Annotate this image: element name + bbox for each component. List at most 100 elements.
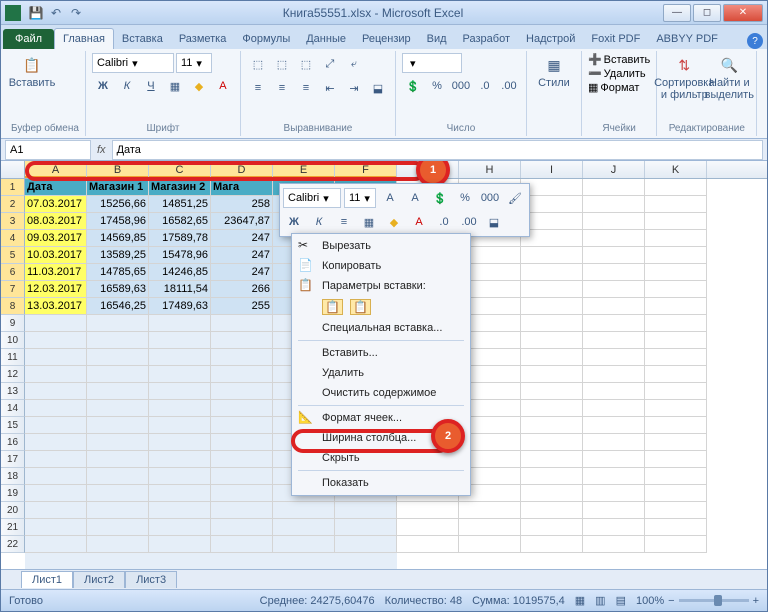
mini-increase-font-icon[interactable]: A [379, 187, 401, 209]
row-header-13[interactable]: 13 [1, 383, 25, 400]
cell[interactable]: Мага [211, 179, 273, 196]
tab-abbyy[interactable]: ABBYY PDF [648, 29, 726, 49]
cell[interactable] [645, 196, 707, 213]
cell[interactable] [149, 485, 211, 502]
mini-currency-icon[interactable]: 💲 [429, 187, 451, 209]
align-top-icon[interactable]: ⬚ [247, 53, 269, 75]
cell[interactable]: 08.03.2017 [25, 213, 87, 230]
cell[interactable] [25, 451, 87, 468]
cell[interactable] [645, 417, 707, 434]
cell[interactable] [211, 502, 273, 519]
ctx-copy[interactable]: 📄Копировать [294, 256, 468, 276]
tab-data[interactable]: Данные [298, 29, 354, 49]
cell[interactable] [25, 536, 87, 553]
col-header-J[interactable]: J [583, 161, 645, 178]
cell[interactable] [521, 247, 583, 264]
view-break-icon[interactable]: ▤ [616, 594, 626, 607]
cell[interactable] [583, 468, 645, 485]
cell[interactable] [521, 485, 583, 502]
cell[interactable] [25, 349, 87, 366]
row-header-19[interactable]: 19 [1, 485, 25, 502]
cell[interactable] [583, 417, 645, 434]
row-header-20[interactable]: 20 [1, 502, 25, 519]
tab-formulas[interactable]: Формулы [234, 29, 298, 49]
cell[interactable] [87, 485, 149, 502]
align-right-icon[interactable]: ≡ [295, 77, 317, 99]
cell[interactable] [521, 400, 583, 417]
mini-comma-icon[interactable]: 000 [479, 187, 501, 209]
cell[interactable] [335, 519, 397, 536]
ctx-unhide[interactable]: Показать [294, 473, 468, 493]
cell[interactable] [645, 298, 707, 315]
mini-decimal-inc-icon[interactable]: .0 [433, 211, 455, 233]
zoom-in-icon[interactable]: + [753, 595, 759, 607]
cell[interactable] [25, 315, 87, 332]
mini-font-color-icon[interactable]: A [408, 211, 430, 233]
cell[interactable] [521, 502, 583, 519]
cell[interactable] [25, 468, 87, 485]
formula-input[interactable]: Дата [112, 140, 763, 160]
cell[interactable] [583, 434, 645, 451]
cell[interactable] [583, 281, 645, 298]
row-header-7[interactable]: 7 [1, 281, 25, 298]
cell[interactable]: 16589,63 [87, 281, 149, 298]
cell[interactable] [645, 332, 707, 349]
cell[interactable] [211, 332, 273, 349]
cell[interactable] [583, 451, 645, 468]
cell[interactable]: 17458,96 [87, 213, 149, 230]
italic-button[interactable]: К [116, 75, 138, 97]
redo-icon[interactable]: ↷ [67, 4, 85, 22]
cell[interactable] [645, 485, 707, 502]
name-box[interactable]: A1 [5, 140, 91, 160]
cell[interactable] [149, 519, 211, 536]
cell[interactable] [211, 349, 273, 366]
align-bottom-icon[interactable]: ⬚ [295, 53, 317, 75]
cell[interactable] [87, 536, 149, 553]
mini-font-family[interactable]: Calibri▾ [283, 188, 341, 208]
cell[interactable] [87, 468, 149, 485]
row-header-10[interactable]: 10 [1, 332, 25, 349]
cell[interactable] [211, 451, 273, 468]
cell[interactable] [211, 519, 273, 536]
col-header-K[interactable]: K [645, 161, 707, 178]
cell[interactable] [25, 502, 87, 519]
tab-review[interactable]: Рецензир [354, 29, 419, 49]
align-center-icon[interactable]: ≡ [271, 77, 293, 99]
ctx-paste-special[interactable]: Специальная вставка... [294, 318, 468, 338]
select-all-corner[interactable] [1, 161, 25, 178]
save-icon[interactable]: 💾 [27, 4, 45, 22]
delete-cells-button[interactable]: ➖Удалить [588, 67, 650, 80]
cell[interactable] [25, 400, 87, 417]
col-header-C[interactable]: C [149, 161, 211, 178]
cell[interactable]: 14851,25 [149, 196, 211, 213]
cell[interactable] [645, 400, 707, 417]
cell[interactable] [645, 468, 707, 485]
fill-color-button[interactable]: ◆ [188, 75, 210, 97]
cell[interactable] [645, 383, 707, 400]
col-header-F[interactable]: F [335, 161, 397, 178]
cell[interactable] [583, 213, 645, 230]
align-middle-icon[interactable]: ⬚ [271, 53, 293, 75]
cell[interactable] [87, 366, 149, 383]
row-header-16[interactable]: 16 [1, 434, 25, 451]
cell[interactable] [521, 179, 583, 196]
format-cells-button[interactable]: ▦Формат [588, 81, 650, 94]
comma-icon[interactable]: 000 [450, 75, 472, 97]
tab-home[interactable]: Главная [54, 28, 114, 49]
cell[interactable] [521, 230, 583, 247]
cell[interactable]: Дата [25, 179, 87, 196]
cell[interactable] [583, 332, 645, 349]
cell[interactable] [459, 502, 521, 519]
cell[interactable]: 15256,66 [87, 196, 149, 213]
row-header-15[interactable]: 15 [1, 417, 25, 434]
paste-option-1-icon[interactable]: 📋 [322, 299, 343, 315]
cell[interactable] [211, 417, 273, 434]
cell[interactable] [645, 247, 707, 264]
cell[interactable]: 247 [211, 230, 273, 247]
insert-cells-button[interactable]: ➕Вставить [588, 53, 650, 66]
mini-merge-icon[interactable]: ⬓ [483, 211, 505, 233]
ctx-cut[interactable]: ✂Вырезать [294, 236, 468, 256]
ctx-clear[interactable]: Очистить содержимое [294, 383, 468, 403]
cell[interactable] [211, 485, 273, 502]
cell[interactable] [583, 179, 645, 196]
